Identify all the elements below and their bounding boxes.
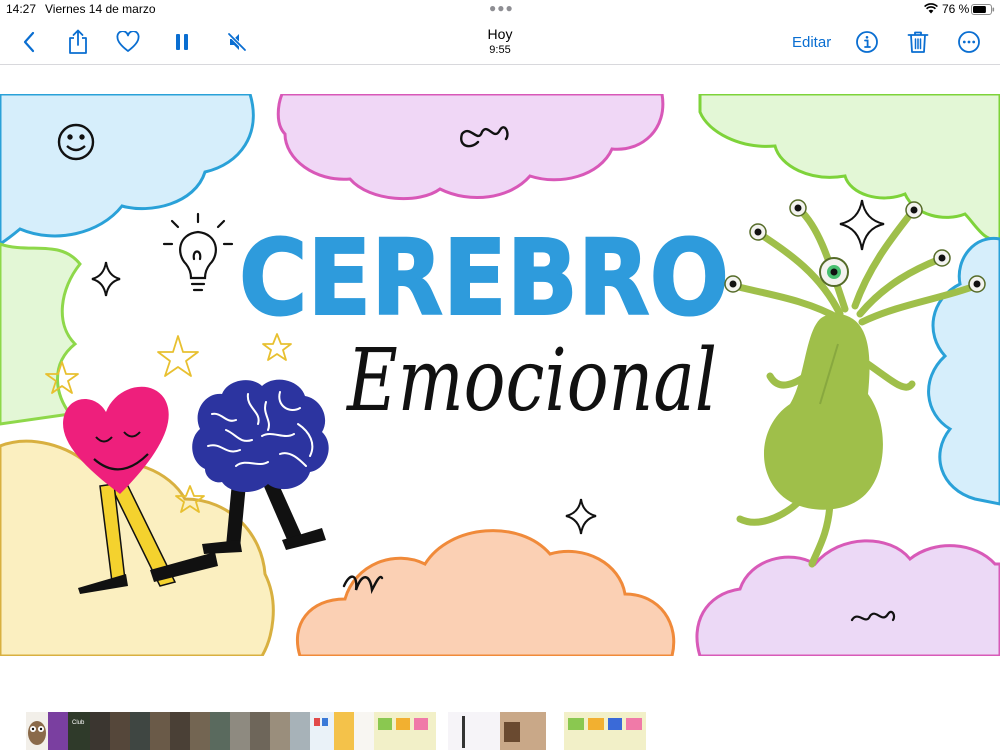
thumb-classroom-group[interactable] — [90, 712, 310, 750]
thumb-club-caption: Club — [72, 720, 85, 726]
thumb-owl[interactable] — [26, 712, 48, 750]
poster-subheadline: Emocional — [345, 331, 717, 431]
back-button[interactable] — [15, 28, 43, 56]
status-bar: 14:27 Viernes 14 de marzo ●●● 76 % — [0, 0, 1000, 18]
status-time: 14:27 — [6, 2, 37, 16]
status-date: Viernes 14 de marzo — [45, 2, 156, 16]
more-button[interactable] — [955, 28, 983, 56]
photo-date-title: Hoy — [487, 26, 513, 42]
poster-headline: CEREBRO — [239, 217, 729, 339]
favorite-button[interactable] — [114, 28, 142, 56]
battery-icon — [971, 4, 995, 18]
delete-button[interactable] — [904, 28, 932, 56]
share-button[interactable] — [64, 28, 92, 56]
creature-eye — [819, 257, 849, 287]
back-chevron-icon — [23, 31, 35, 53]
thumb-colorful-group[interactable] — [310, 712, 646, 750]
share-icon — [69, 29, 87, 54]
more-icon — [958, 31, 980, 53]
mute-button[interactable] — [223, 28, 251, 56]
pause-button[interactable] — [168, 28, 196, 56]
photo-image[interactable]: CEREBRO Emocional — [0, 94, 1000, 656]
filmstrip-thumbnails: Club — [26, 712, 646, 750]
heart-icon — [116, 31, 140, 52]
info-button[interactable] — [853, 28, 881, 56]
photo-title: Hoy 9:55 — [440, 26, 560, 58]
battery-percent: 76 % — [942, 2, 970, 16]
thumb-purple[interactable] — [48, 712, 68, 750]
info-icon — [856, 31, 878, 53]
wifi-icon — [924, 3, 938, 17]
photo-time-subtitle: 9:55 — [489, 44, 511, 56]
multitasking-dots-icon[interactable]: ●●● — [489, 1, 514, 15]
pause-icon — [176, 34, 188, 50]
thumb-club[interactable] — [68, 712, 90, 750]
mute-icon — [227, 32, 247, 52]
edit-button[interactable]: Editar — [792, 34, 831, 51]
filmstrip[interactable]: Club — [0, 708, 1000, 750]
trash-icon — [907, 31, 929, 53]
photo-toolbar: Hoy 9:55 Editar — [0, 18, 1000, 65]
